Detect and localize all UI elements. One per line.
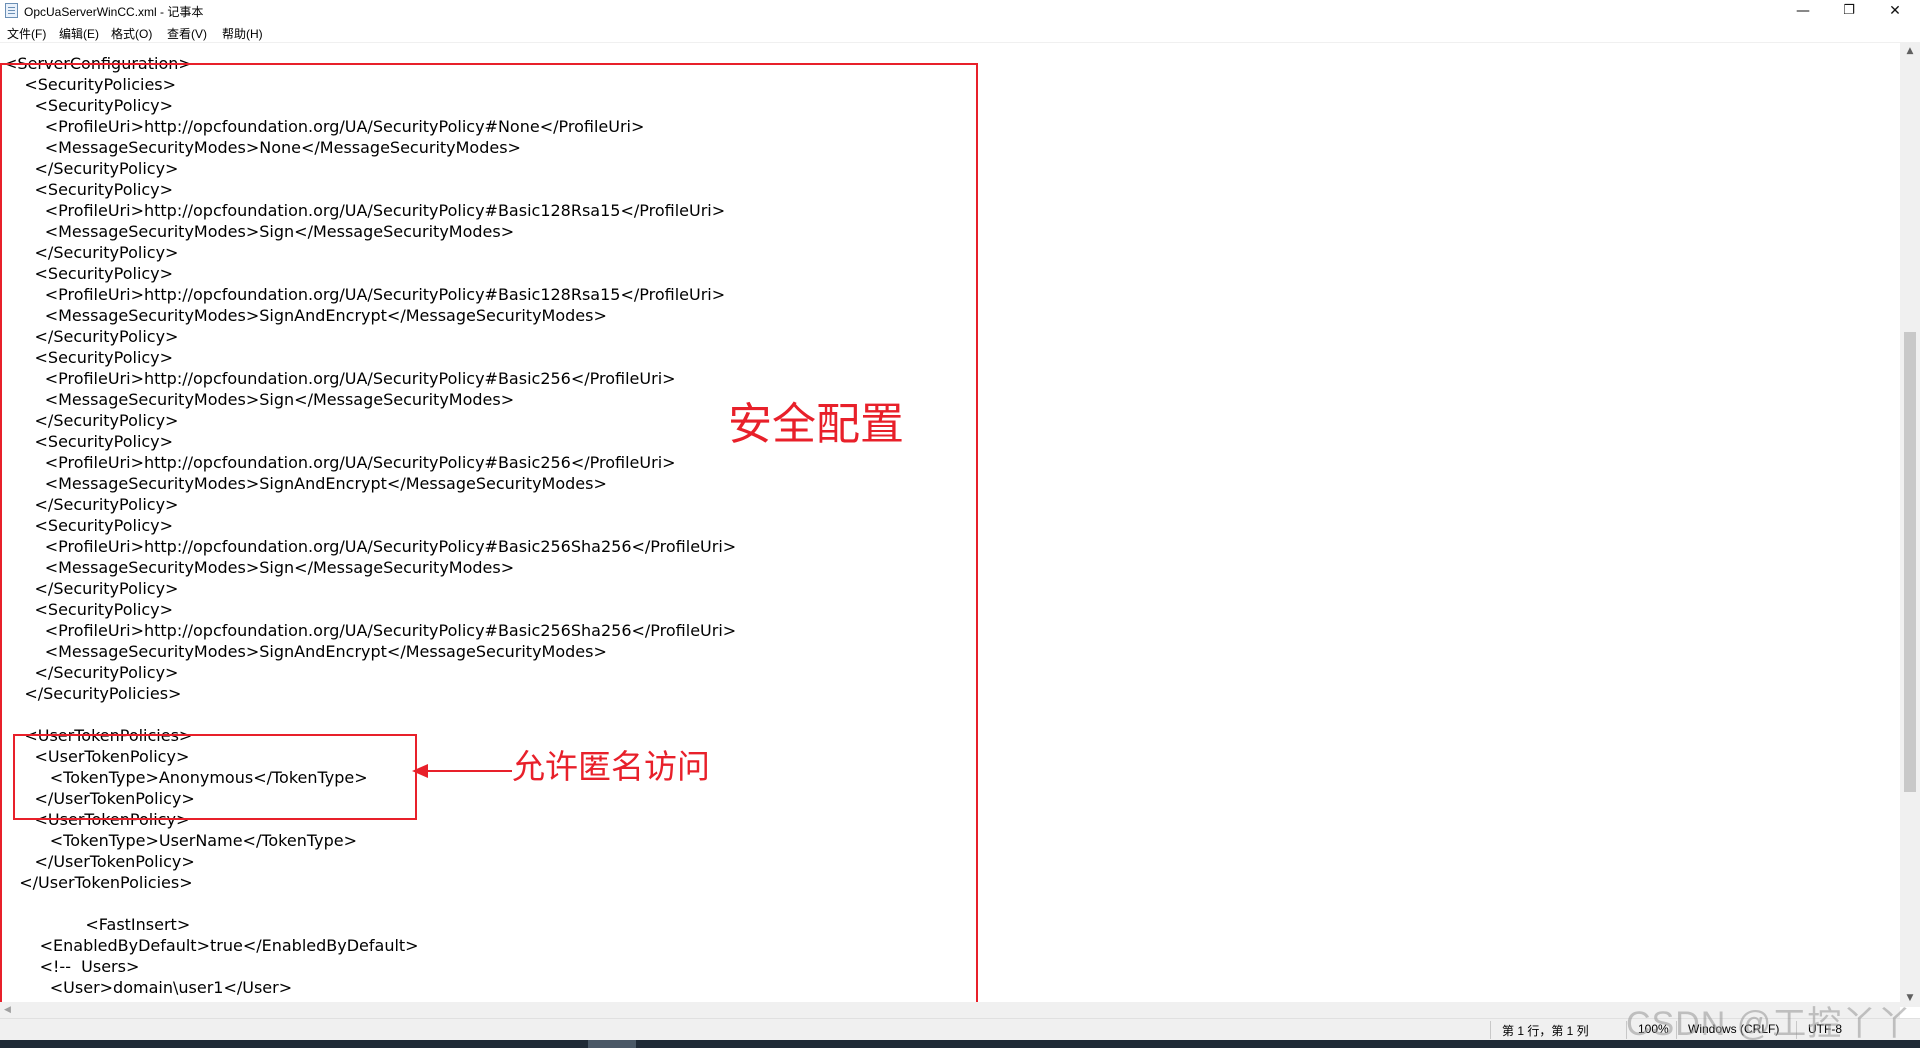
anonymous-access-label: 允许匿名访问 [512, 747, 710, 786]
vertical-scrollbar[interactable]: ▲ ▼ [1900, 42, 1920, 1007]
vertical-scroll-thumb[interactable] [1904, 332, 1916, 792]
close-button[interactable]: ✕ [1872, 0, 1918, 22]
scroll-up-arrow-icon[interactable]: ▲ [1900, 42, 1920, 60]
status-separator [1490, 1021, 1491, 1039]
menu-format[interactable]: 格式(O) [111, 25, 152, 42]
window-title: OpcUaServerWinCC.xml - 记事本 [24, 5, 204, 19]
menu-file[interactable]: 文件(F) [7, 25, 46, 42]
taskbar-app-tab[interactable] [588, 1040, 636, 1048]
maximize-button[interactable]: ❐ [1826, 0, 1872, 22]
anonymous-access-highlight-box [13, 734, 417, 820]
menu-edit[interactable]: 编辑(E) [59, 25, 99, 42]
notepad-icon [5, 3, 18, 18]
minimize-button[interactable]: — [1780, 0, 1826, 22]
menu-view[interactable]: 查看(V) [167, 25, 207, 42]
menu-bar: 文件(F) 编辑(E) 格式(O) 查看(V) 帮助(H) [0, 22, 1920, 42]
horizontal-scrollbar[interactable]: ◀ [0, 1002, 1900, 1018]
scroll-left-arrow-icon[interactable]: ◀ [4, 1002, 11, 1018]
security-config-highlight-box [0, 63, 978, 1018]
security-config-label: 安全配置 [728, 399, 904, 450]
title-bar: OpcUaServerWinCC.xml - 记事本 — ❐ ✕ [0, 0, 1920, 22]
cursor-position: 第 1 行，第 1 列 [1502, 1024, 1589, 1038]
menu-help[interactable]: 帮助(H) [222, 25, 263, 42]
annotation-arrow-icon [412, 764, 512, 778]
watermark: CSDN @工控丫丫 [1626, 1005, 1913, 1043]
